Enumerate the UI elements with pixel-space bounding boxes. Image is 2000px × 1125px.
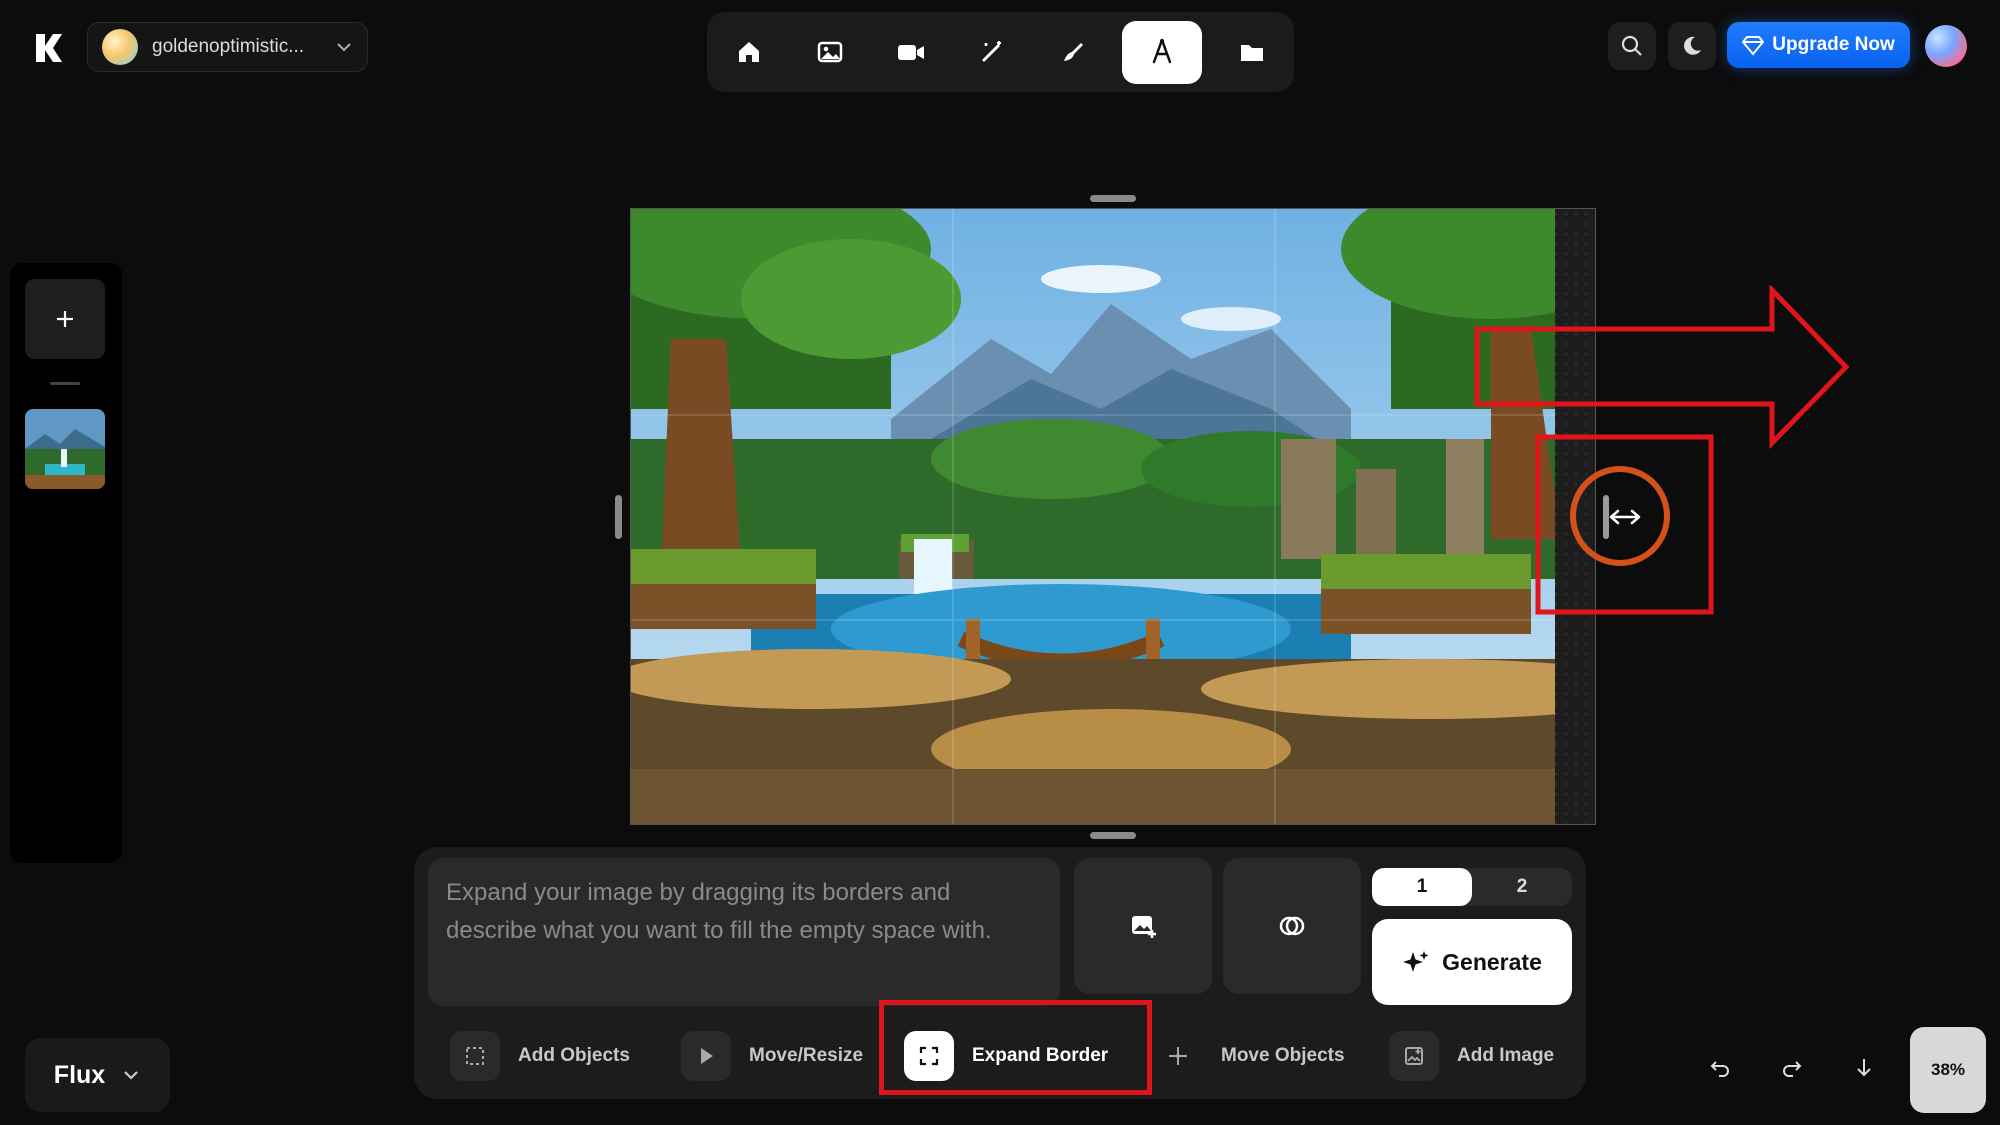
panel-divider <box>50 382 80 385</box>
dashed-square-icon <box>450 1031 500 1081</box>
magic-wand-icon <box>978 38 1006 66</box>
generate-button[interactable]: Generate <box>1372 919 1572 1005</box>
edit-tool-button[interactable] <box>1041 21 1104 84</box>
moon-icon <box>1680 34 1704 58</box>
top-resize-handle[interactable] <box>1090 195 1136 202</box>
layer-thumbnail[interactable] <box>25 409 105 489</box>
style-link-button[interactable] <box>1223 858 1361 994</box>
chevron-down-icon <box>121 1065 141 1085</box>
upgrade-button[interactable]: Upgrade Now <box>1727 22 1910 68</box>
prompt-input[interactable]: Expand your image by dragging its border… <box>428 858 1060 1006</box>
move-resize-label: Move/Resize <box>749 1045 864 1066</box>
home-button[interactable] <box>717 21 780 84</box>
account-selector[interactable]: goldenoptimistic... <box>87 22 368 72</box>
search-button[interactable] <box>1608 22 1656 70</box>
image-count-selector: 1 2 <box>1372 868 1572 906</box>
link-circles-icon <box>1277 911 1307 941</box>
search-icon <box>1620 34 1644 58</box>
enhance-tool-button[interactable] <box>960 21 1023 84</box>
image-plus-icon <box>1389 1031 1439 1081</box>
model-label: Flux <box>53 1060 106 1089</box>
canvas-tool-button[interactable] <box>1122 20 1202 84</box>
folder-icon <box>1238 38 1266 66</box>
move-objects-button[interactable]: Move Objects <box>1153 1031 1345 1081</box>
main-toolbar <box>707 12 1294 92</box>
image-add-icon <box>1128 911 1158 941</box>
video-tool-button[interactable] <box>879 21 942 84</box>
sparkle-icon <box>1402 948 1430 976</box>
annotation-mode-highlight <box>879 1000 1152 1095</box>
redo-button[interactable] <box>1769 1045 1815 1091</box>
app-logo[interactable] <box>28 28 68 68</box>
add-image-button[interactable]: Add Image <box>1389 1031 1554 1081</box>
user-avatar[interactable] <box>1925 25 1967 67</box>
download-button[interactable] <box>1841 1045 1887 1091</box>
canvas-image[interactable] <box>630 208 1596 825</box>
video-icon <box>896 38 926 66</box>
add-image-label: Add Image <box>1457 1045 1555 1066</box>
cursor-icon <box>681 1031 731 1081</box>
count-option-1[interactable]: 1 <box>1372 868 1472 906</box>
redo-icon <box>1780 1056 1804 1080</box>
add-objects-button[interactable]: Add Objects <box>450 1031 630 1081</box>
theme-toggle[interactable] <box>1668 22 1716 70</box>
move-resize-button[interactable]: Move/Resize <box>681 1031 863 1081</box>
diamond-icon <box>1742 34 1765 56</box>
resize-horizontal-icon <box>1608 503 1642 531</box>
image-tool-button[interactable] <box>798 21 861 84</box>
pen-nib-icon <box>1148 37 1176 67</box>
account-name: goldenoptimistic... <box>152 36 305 57</box>
left-resize-handle[interactable] <box>615 495 622 539</box>
zoom-level[interactable]: 38% <box>1910 1027 1986 1113</box>
count-option-2[interactable]: 2 <box>1472 868 1572 906</box>
image-icon <box>816 38 844 66</box>
undo-button[interactable] <box>1697 1045 1743 1091</box>
assets-button[interactable] <box>1220 21 1283 84</box>
bottom-resize-handle[interactable] <box>1090 832 1136 839</box>
undo-icon <box>1708 1056 1732 1080</box>
move-objects-label: Move Objects <box>1221 1045 1345 1066</box>
generate-label: Generate <box>1442 948 1542 975</box>
home-icon <box>735 38 763 66</box>
move-arrows-icon <box>1153 1031 1203 1081</box>
chevron-down-icon <box>335 38 353 56</box>
add-objects-label: Add Objects <box>518 1045 630 1066</box>
account-avatar <box>102 29 138 65</box>
model-selector[interactable]: Flux <box>25 1038 170 1112</box>
download-arrow-icon <box>1852 1056 1876 1080</box>
reference-image-button[interactable] <box>1074 858 1212 994</box>
add-layer-button[interactable] <box>25 279 105 359</box>
upgrade-label: Upgrade Now <box>1772 34 1895 55</box>
plus-icon <box>54 308 76 330</box>
brush-icon <box>1059 38 1087 66</box>
